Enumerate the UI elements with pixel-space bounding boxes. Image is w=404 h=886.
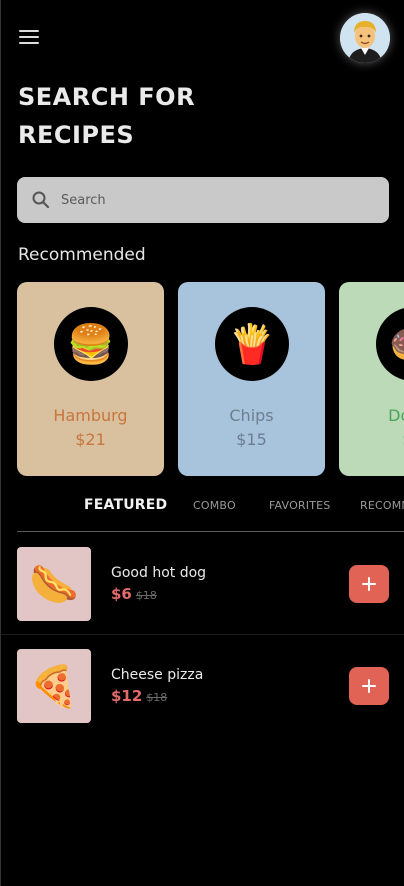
- recommended-title: Recommended: [18, 245, 146, 265]
- item-price: $6: [111, 585, 132, 603]
- hot-dog-icon: 🌭: [17, 547, 91, 621]
- plus-icon: [362, 679, 376, 693]
- page-title-line2: RECIPES: [18, 121, 135, 149]
- item-price: $12: [111, 687, 143, 705]
- category-tabs: FEATURED COMBO FAVORITES RECOMMENDED: [1, 497, 404, 519]
- card-price: $1: [339, 430, 404, 449]
- recommended-carousel[interactable]: 🍔 Hamburg $21 🍟 Chips $15 🍩 Donut $1: [17, 282, 404, 476]
- recommended-card[interactable]: 🍔 Hamburg $21: [17, 282, 164, 476]
- card-name: Chips: [229, 406, 274, 425]
- search-bar[interactable]: [17, 177, 389, 223]
- hamburger-icon: 🍔: [54, 307, 128, 381]
- tab-featured[interactable]: FEATURED: [84, 497, 167, 513]
- item-price-row: $6 $18: [111, 585, 157, 603]
- tab-recommended[interactable]: RECOMMENDED: [360, 499, 404, 512]
- app-screen: SEARCH FOR RECIPES Recommended 🍔 Hamburg…: [0, 0, 404, 886]
- list-item[interactable]: 🌭 Good hot dog $6 $18: [1, 547, 404, 647]
- page-title: SEARCH FOR RECIPES: [18, 78, 318, 154]
- tab-combo[interactable]: COMBO: [193, 499, 236, 512]
- search-icon: [32, 191, 50, 209]
- card-name: Donut: [388, 406, 404, 425]
- card-name: Hamburg: [53, 406, 128, 425]
- search-input[interactable]: [61, 192, 361, 208]
- hamburger-menu-icon[interactable]: [19, 30, 39, 44]
- person-avatar-icon: [340, 13, 390, 63]
- item-name: Good hot dog: [111, 565, 207, 581]
- item-name: Cheese pizza: [111, 667, 204, 683]
- item-old-price: $18: [146, 691, 168, 704]
- page-title-line1: SEARCH FOR: [18, 83, 196, 111]
- item-price-row: $12 $18: [111, 687, 167, 705]
- fries-icon: 🍟: [215, 307, 289, 381]
- plus-icon: [362, 577, 376, 591]
- add-to-cart-button[interactable]: [349, 667, 389, 705]
- tabs-divider: [17, 531, 404, 532]
- list-item[interactable]: 🍕 Cheese pizza $12 $18: [1, 649, 404, 749]
- recommended-card[interactable]: 🍟 Chips $15: [178, 282, 325, 476]
- card-price: $15: [236, 430, 267, 449]
- tab-favorites[interactable]: FAVORITES: [269, 499, 330, 512]
- pizza-icon: 🍕: [17, 649, 91, 723]
- card-price: $21: [75, 430, 106, 449]
- add-to-cart-button[interactable]: [349, 565, 389, 603]
- donut-icon: 🍩: [376, 307, 404, 381]
- item-old-price: $18: [135, 589, 157, 602]
- row-divider: [1, 634, 404, 635]
- avatar[interactable]: [340, 13, 390, 63]
- recommended-card[interactable]: 🍩 Donut $1: [339, 282, 404, 476]
